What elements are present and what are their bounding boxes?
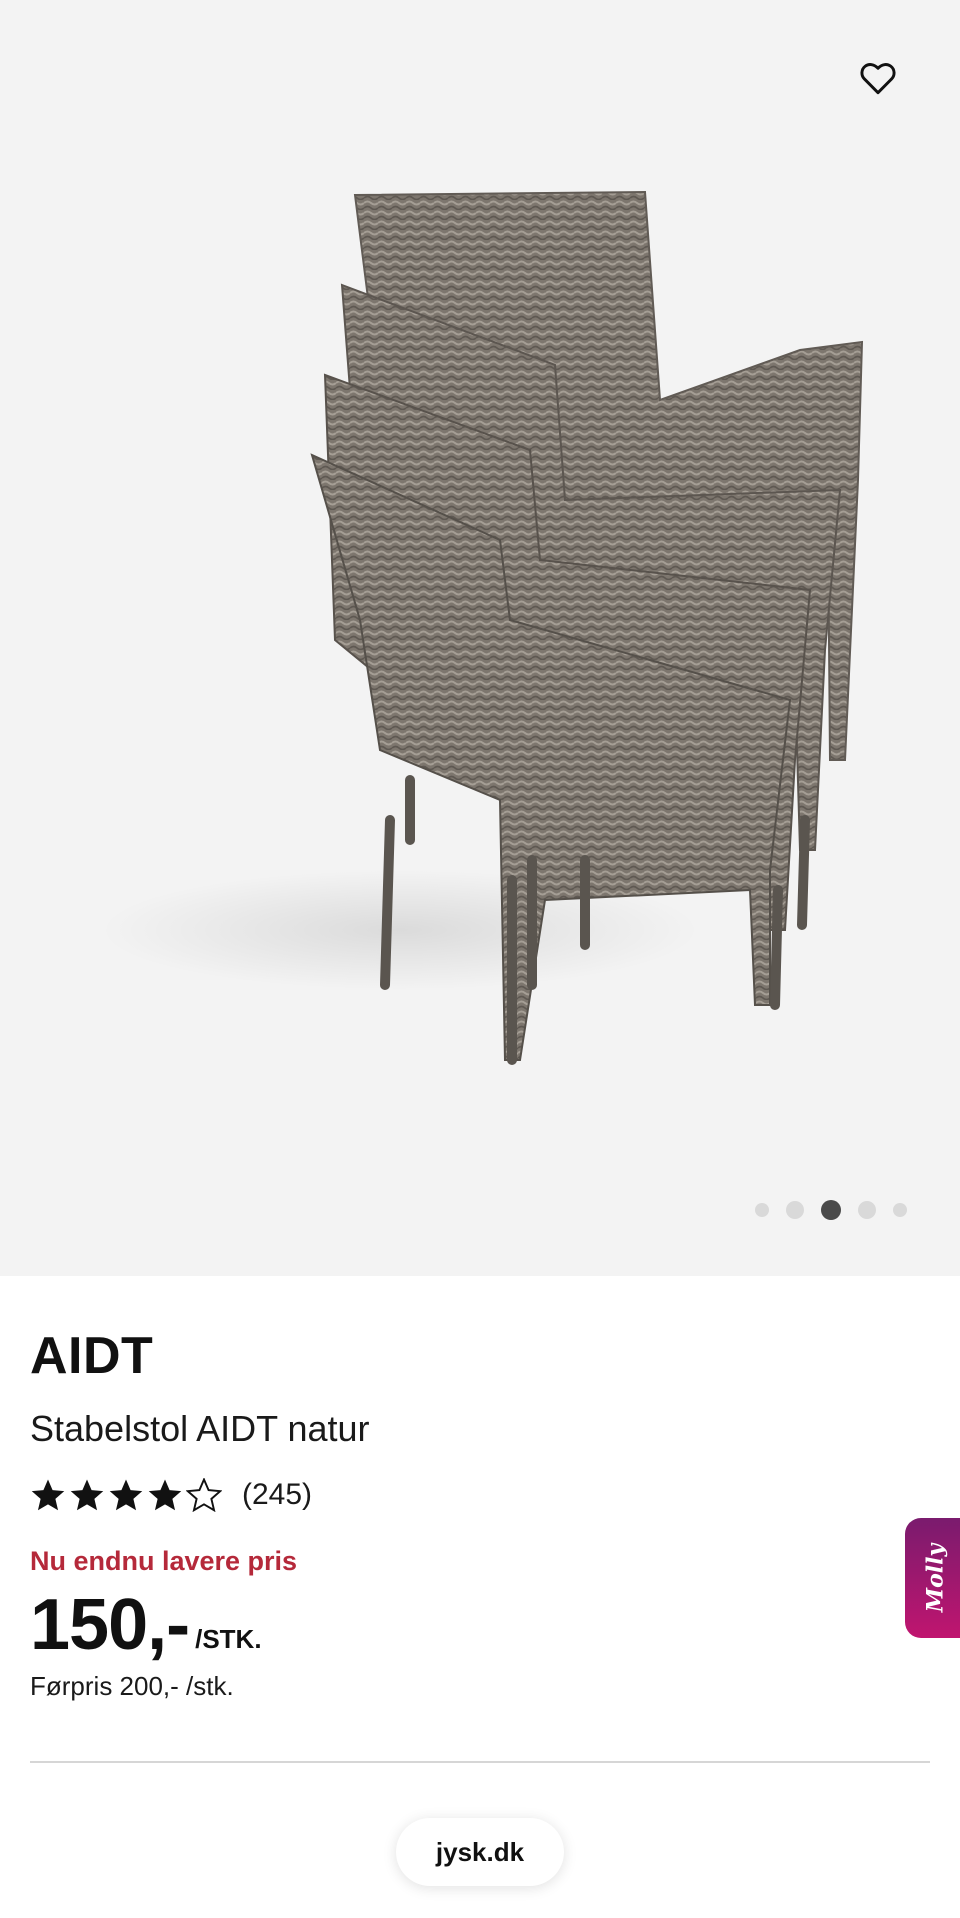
browser-url-pill[interactable]: jysk.dk [396,1818,564,1886]
rating-stars [30,1478,222,1512]
product-brand: AIDT [30,1327,154,1385]
divider [30,1761,930,1763]
gallery-pagination [755,1200,907,1220]
product-image [100,190,864,1065]
before-price: Førpris 200,- /stk. [30,1671,234,1702]
price-unit: /STK. [195,1624,262,1655]
molly-chat-button[interactable]: Molly [905,1518,960,1638]
promo-text: Nu endnu lavere pris [30,1546,298,1576]
product-gallery[interactable] [0,0,960,1276]
product-info: AIDT Stabelstol AIDT natur (245) Nu endn… [30,1330,930,1702]
price-row: 150,- /STK. [30,1585,930,1665]
molly-label: Molly [922,1543,948,1613]
pagination-dot[interactable] [755,1203,769,1217]
star-filled-icon [148,1479,182,1511]
favorite-button[interactable] [850,50,906,106]
pagination-dot[interactable] [786,1201,804,1219]
heart-outline-icon [860,63,896,95]
rating-count[interactable]: (245) [242,1478,312,1512]
product-rating[interactable]: (245) [30,1478,930,1512]
pagination-dot[interactable] [893,1203,907,1217]
star-filled-icon [70,1479,104,1511]
browser-url: jysk.dk [435,1836,525,1867]
star-outline-icon [186,1478,222,1512]
product-name: Stabelstol AIDT natur [30,1408,370,1449]
pagination-dot[interactable] [858,1201,876,1219]
star-filled-icon [31,1479,65,1511]
price: 150,- [30,1585,190,1665]
pagination-dot-active[interactable] [821,1200,841,1220]
star-filled-icon [109,1479,143,1511]
